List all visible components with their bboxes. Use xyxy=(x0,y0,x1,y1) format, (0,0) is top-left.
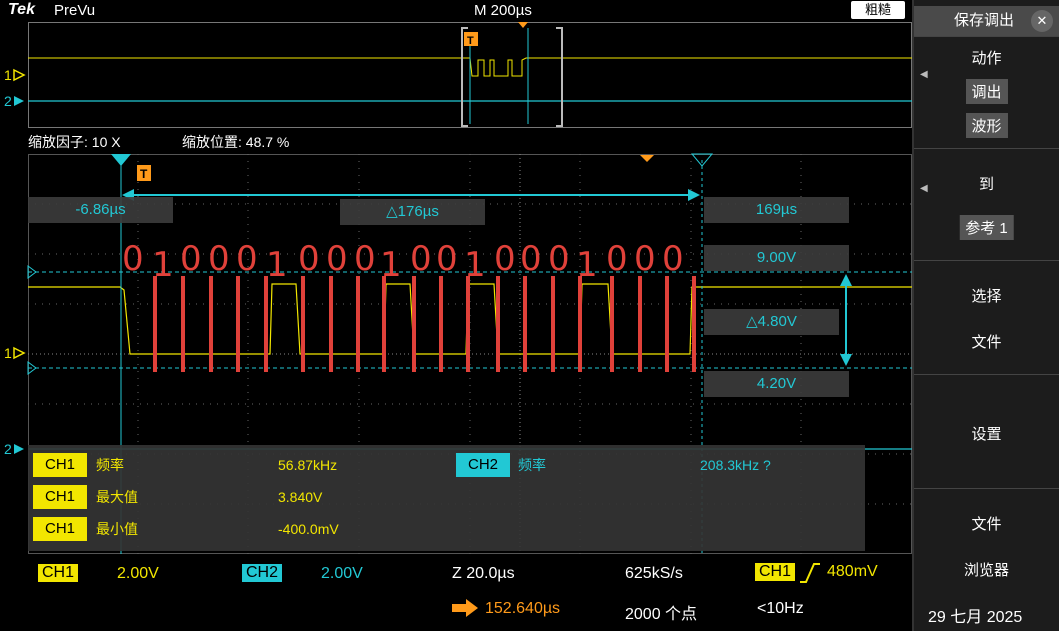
cursor1-time-readout: -6.86µs xyxy=(28,197,173,223)
decoded-bit: 0 xyxy=(298,239,320,279)
decoded-bit: 0 xyxy=(326,239,348,279)
file-label: 文件 xyxy=(971,334,1002,351)
delta-v-arrow-bottom xyxy=(840,354,852,366)
measurement-label: 最小值 xyxy=(96,521,138,537)
select-label: 选择 xyxy=(971,288,1002,305)
decoded-bit: 0 xyxy=(208,239,230,279)
delta-time-readout: △176µs xyxy=(340,199,485,225)
decoded-bit: 1 xyxy=(464,245,486,285)
settings-label: 设置 xyxy=(971,426,1002,443)
trigger-source-tag[interactable]: CH1 xyxy=(755,563,796,581)
delta-voltage-readout: △4.80V xyxy=(704,309,839,335)
decoded-bit: 0 xyxy=(410,239,432,279)
measurement-channel-tag: CH2 xyxy=(456,453,510,477)
decoded-bit: 0 xyxy=(236,239,258,279)
decoded-bit: 0 xyxy=(662,239,684,279)
measurement-panel: CH1 频率 56.87kHz CH1 最大值 3.840V CH1 最小值 -… xyxy=(28,445,865,551)
measurement-row[interactable]: CH1 最小值 -400.0mV xyxy=(33,517,433,543)
decoded-bits-layer: 01000100010010001000 xyxy=(122,239,684,285)
side-menu: 保存调出 ✕ ◀ 动作 调出 波形 ◀ 到 参考 1 选择 文件 设置 文件 浏… xyxy=(912,0,1059,631)
measurement-label: 最大值 xyxy=(96,489,138,505)
action-menu-button[interactable]: ◀ 动作 调出 波形 xyxy=(914,36,1059,148)
ch2-main-marker-arrow xyxy=(14,444,24,454)
trigger-frequency: <10Hz xyxy=(757,600,804,617)
left-arrow-icon: ◀ xyxy=(920,69,928,80)
destination-label: 到 xyxy=(978,176,994,193)
file-browser-label-line2: 浏览器 xyxy=(963,562,1009,579)
cursor2-voltage-readout: 4.20V xyxy=(704,371,849,397)
measurement-row[interactable]: CH1 频率 56.87kHz xyxy=(33,453,433,479)
recall-option[interactable]: 调出 xyxy=(965,79,1008,104)
measurement-value: -400.0mV xyxy=(278,521,339,537)
ch2-scale[interactable]: 2.00V xyxy=(321,565,363,583)
file-browser-button[interactable]: 文件 浏览器 xyxy=(914,488,1059,592)
select-file-button[interactable]: 选择 文件 xyxy=(914,260,1059,374)
decoded-bit: 0 xyxy=(548,239,570,279)
settings-button[interactable]: 设置 xyxy=(914,374,1059,488)
measurement-channel-tag: CH1 xyxy=(33,517,87,541)
measurement-channel-tag: CH1 xyxy=(33,453,87,477)
action-label: 动作 xyxy=(971,50,1002,67)
ch1-scale[interactable]: 2.00V xyxy=(117,565,159,583)
rising-edge-icon xyxy=(800,563,820,583)
ch2-scale-tag[interactable]: CH2 xyxy=(242,564,283,582)
ch1-main-marker: 1 xyxy=(4,345,12,361)
decoded-bit: 0 xyxy=(520,239,542,279)
side-menu-title: 保存调出 ✕ xyxy=(914,6,1059,36)
date-readout: 29 七月 2025 xyxy=(928,609,1023,626)
side-menu-title-text: 保存调出 xyxy=(954,12,1015,29)
delta-t-arrow-right xyxy=(688,189,700,201)
measurement-label: 频率 xyxy=(518,457,546,473)
record-length: 2000 个点 xyxy=(625,606,698,623)
time-cursor-1-handle[interactable] xyxy=(111,154,131,166)
trigger-letter: T xyxy=(140,167,148,181)
trigger-level[interactable]: 480mV xyxy=(827,563,878,581)
measurement-row-ch2[interactable]: CH2 频率 208.3kHz ? xyxy=(456,453,856,479)
sample-rate: 625kS/s xyxy=(625,565,683,582)
decoded-bit: 0 xyxy=(634,239,656,279)
bottom-status-bar: CH1 2.00V CH2 2.00V Z 20.0µs 625kS/s CH1… xyxy=(0,558,912,631)
waveform-option[interactable]: 波形 xyxy=(965,113,1008,138)
delta-v-arrow-top xyxy=(840,274,852,286)
measurement-value: 3.840V xyxy=(278,489,323,505)
cursor1-voltage-readout: 9.00V xyxy=(704,245,849,271)
trigger-position-icon xyxy=(452,599,478,617)
zoom-timebase[interactable]: Z 20.0µs xyxy=(452,565,515,583)
close-icon[interactable]: ✕ xyxy=(1031,10,1053,32)
ch1-main-marker-arrow xyxy=(13,346,26,360)
cursor2-time-readout: 169µs xyxy=(704,197,849,223)
decoded-bit: 0 xyxy=(122,239,144,279)
decoded-bit: 1 xyxy=(576,245,598,285)
ch2-main-marker: 2 xyxy=(4,441,12,457)
decoded-bit: 0 xyxy=(436,239,458,279)
decoded-bit: 0 xyxy=(606,239,628,279)
reference-option[interactable]: 参考 1 xyxy=(959,215,1014,240)
measurement-channel-tag: CH1 xyxy=(33,485,87,509)
decoded-bit: 1 xyxy=(380,245,402,285)
measurement-value: 208.3kHz ? xyxy=(700,457,771,473)
decoded-bit: 1 xyxy=(266,245,288,285)
trigger-position[interactable]: 152.640µs xyxy=(485,600,560,618)
measurement-label: 频率 xyxy=(96,457,124,473)
ch1-scale-tag[interactable]: CH1 xyxy=(38,564,79,582)
measurement-value: 56.87kHz xyxy=(278,457,338,473)
decoded-bit: 1 xyxy=(152,245,174,285)
bit-boundary-lines xyxy=(153,276,696,372)
decoded-bit: 0 xyxy=(494,239,516,279)
file-browser-label-line1: 文件 xyxy=(971,516,1002,533)
trigger-point-marker xyxy=(640,155,654,162)
decoded-bit: 0 xyxy=(354,239,376,279)
measurement-row[interactable]: CH1 最大值 3.840V xyxy=(33,485,433,511)
decoded-bit: 0 xyxy=(180,239,202,279)
destination-menu-button[interactable]: ◀ 到 参考 1 xyxy=(914,148,1059,260)
